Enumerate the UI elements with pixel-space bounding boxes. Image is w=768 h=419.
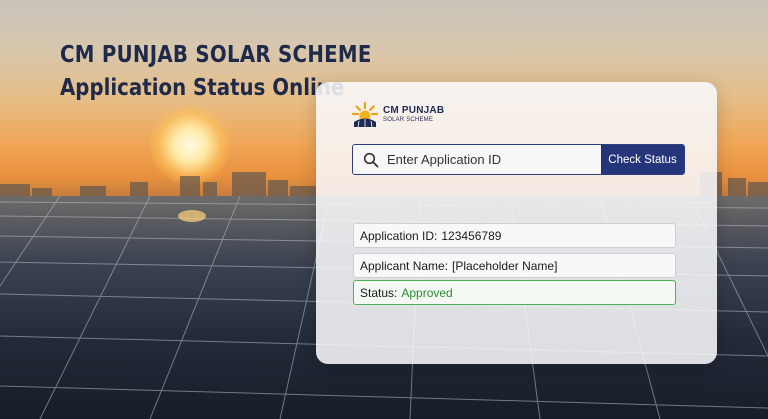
search-icon bbox=[363, 152, 379, 167]
logo-line-2: SOLAR SCHEME bbox=[383, 116, 434, 123]
check-status-button[interactable]: Check Status bbox=[601, 145, 684, 174]
status-value: Approved bbox=[401, 285, 453, 300]
application-id-row: Application ID: 123456789 bbox=[353, 223, 676, 248]
search-field-wrapper bbox=[353, 145, 601, 174]
status-card: CM PUNJAB SOLAR SCHEME Check Status Appl… bbox=[316, 82, 717, 364]
logo-wordmark: CM PUNJAB SOLAR SCHEME bbox=[383, 104, 445, 125]
application-id-value: 123456789 bbox=[441, 228, 502, 243]
logo-line-1: CM PUNJAB bbox=[383, 104, 445, 116]
status-label: Status: bbox=[360, 285, 398, 300]
headline-title: CM PUNJAB SOLAR SCHEME bbox=[60, 42, 372, 68]
application-id-input[interactable] bbox=[387, 152, 587, 167]
status-row: Status: Approved bbox=[353, 280, 676, 305]
application-search: Check Status bbox=[352, 144, 685, 175]
applicant-name-value: [Placeholder Name] bbox=[452, 258, 558, 273]
sun-logo-icon bbox=[351, 101, 379, 128]
applicant-name-row: Applicant Name: [Placeholder Name] bbox=[353, 253, 676, 278]
scheme-logo: CM PUNJAB SOLAR SCHEME bbox=[351, 101, 444, 129]
applicant-name-label: Applicant Name: bbox=[360, 258, 449, 273]
application-id-label: Application ID: bbox=[360, 228, 438, 243]
